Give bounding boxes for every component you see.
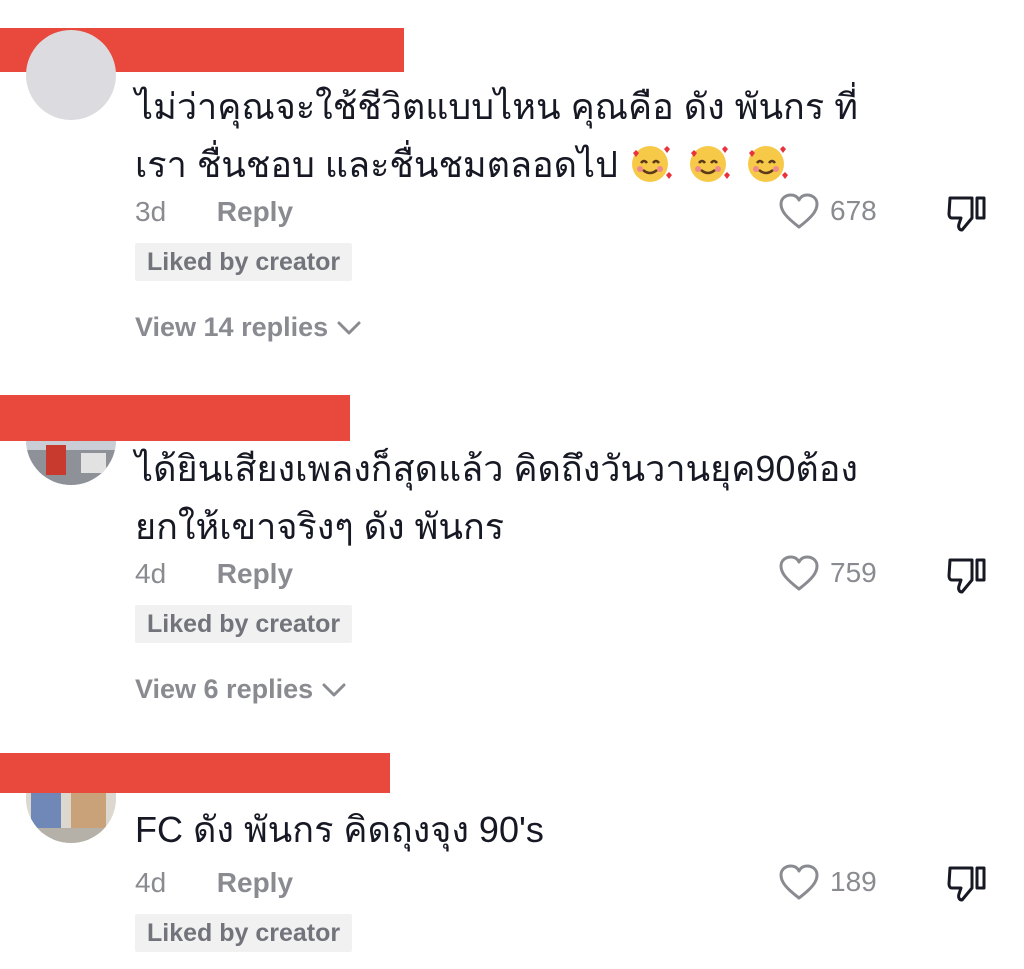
smiling-face-with-hearts-icon: [690, 146, 731, 182]
comment-meta: 4d Reply: [135, 867, 293, 899]
comment-meta: 3d Reply: [135, 196, 293, 228]
like-count: 678: [830, 195, 877, 226]
comment-time: 4d: [135, 558, 167, 589]
view-replies-button[interactable]: View 14 replies: [135, 312, 362, 343]
chevron-down-icon: [337, 321, 361, 334]
chevron-down-icon: [322, 683, 346, 696]
comment-text: FC ดัง พันกร คิดถุงจุง 90's: [135, 801, 895, 859]
dislike-icon[interactable]: [946, 194, 988, 234]
liked-by-creator-badge: Liked by creator: [135, 605, 353, 643]
like-button[interactable]: 189: [778, 863, 877, 901]
smiling-face-with-hearts-icon: [748, 146, 789, 182]
redacted-username-bar: [0, 753, 390, 793]
view-replies-label: View 6 replies: [135, 674, 314, 704]
comment-time: 3d: [135, 196, 167, 227]
like-button[interactable]: 759: [778, 554, 877, 592]
reply-button[interactable]: Reply: [217, 867, 293, 898]
like-button[interactable]: 678: [778, 192, 877, 230]
comment-time: 4d: [135, 867, 167, 898]
liked-by-creator-badge: Liked by creator: [135, 914, 353, 952]
comment-text: ได้ยินเสียงเพลงก็สุดแล้ว คิดถึงวันวานยุค…: [135, 440, 895, 556]
heart-icon: [779, 864, 819, 900]
emoji-group: [628, 144, 792, 185]
like-count: 189: [830, 866, 877, 897]
heart-icon: [779, 193, 819, 229]
comment-text: ไม่ว่าคุณจะใช้ชีวิตแบบไหน คุณคือ ดัง พัน…: [135, 78, 895, 194]
smiling-face-with-hearts-icon: [632, 146, 673, 182]
dislike-icon[interactable]: [946, 556, 988, 596]
view-replies-label: View 14 replies: [135, 312, 329, 342]
avatar[interactable]: [26, 30, 116, 120]
heart-icon: [779, 555, 819, 591]
comment-meta: 4d Reply: [135, 558, 293, 590]
reply-button[interactable]: Reply: [217, 558, 293, 589]
view-replies-button[interactable]: View 6 replies: [135, 674, 347, 705]
liked-by-creator-badge: Liked by creator: [135, 243, 353, 281]
comment-text-content: ได้ยินเสียงเพลงก็สุดแล้ว คิดถึงวันวานยุค…: [135, 448, 858, 547]
reply-button[interactable]: Reply: [217, 196, 293, 227]
redacted-username-bar: [0, 395, 350, 441]
like-count: 759: [830, 557, 877, 588]
comment-text-content: FC ดัง พันกร คิดถุงจุง 90's: [135, 809, 544, 850]
dislike-icon[interactable]: [946, 864, 988, 904]
